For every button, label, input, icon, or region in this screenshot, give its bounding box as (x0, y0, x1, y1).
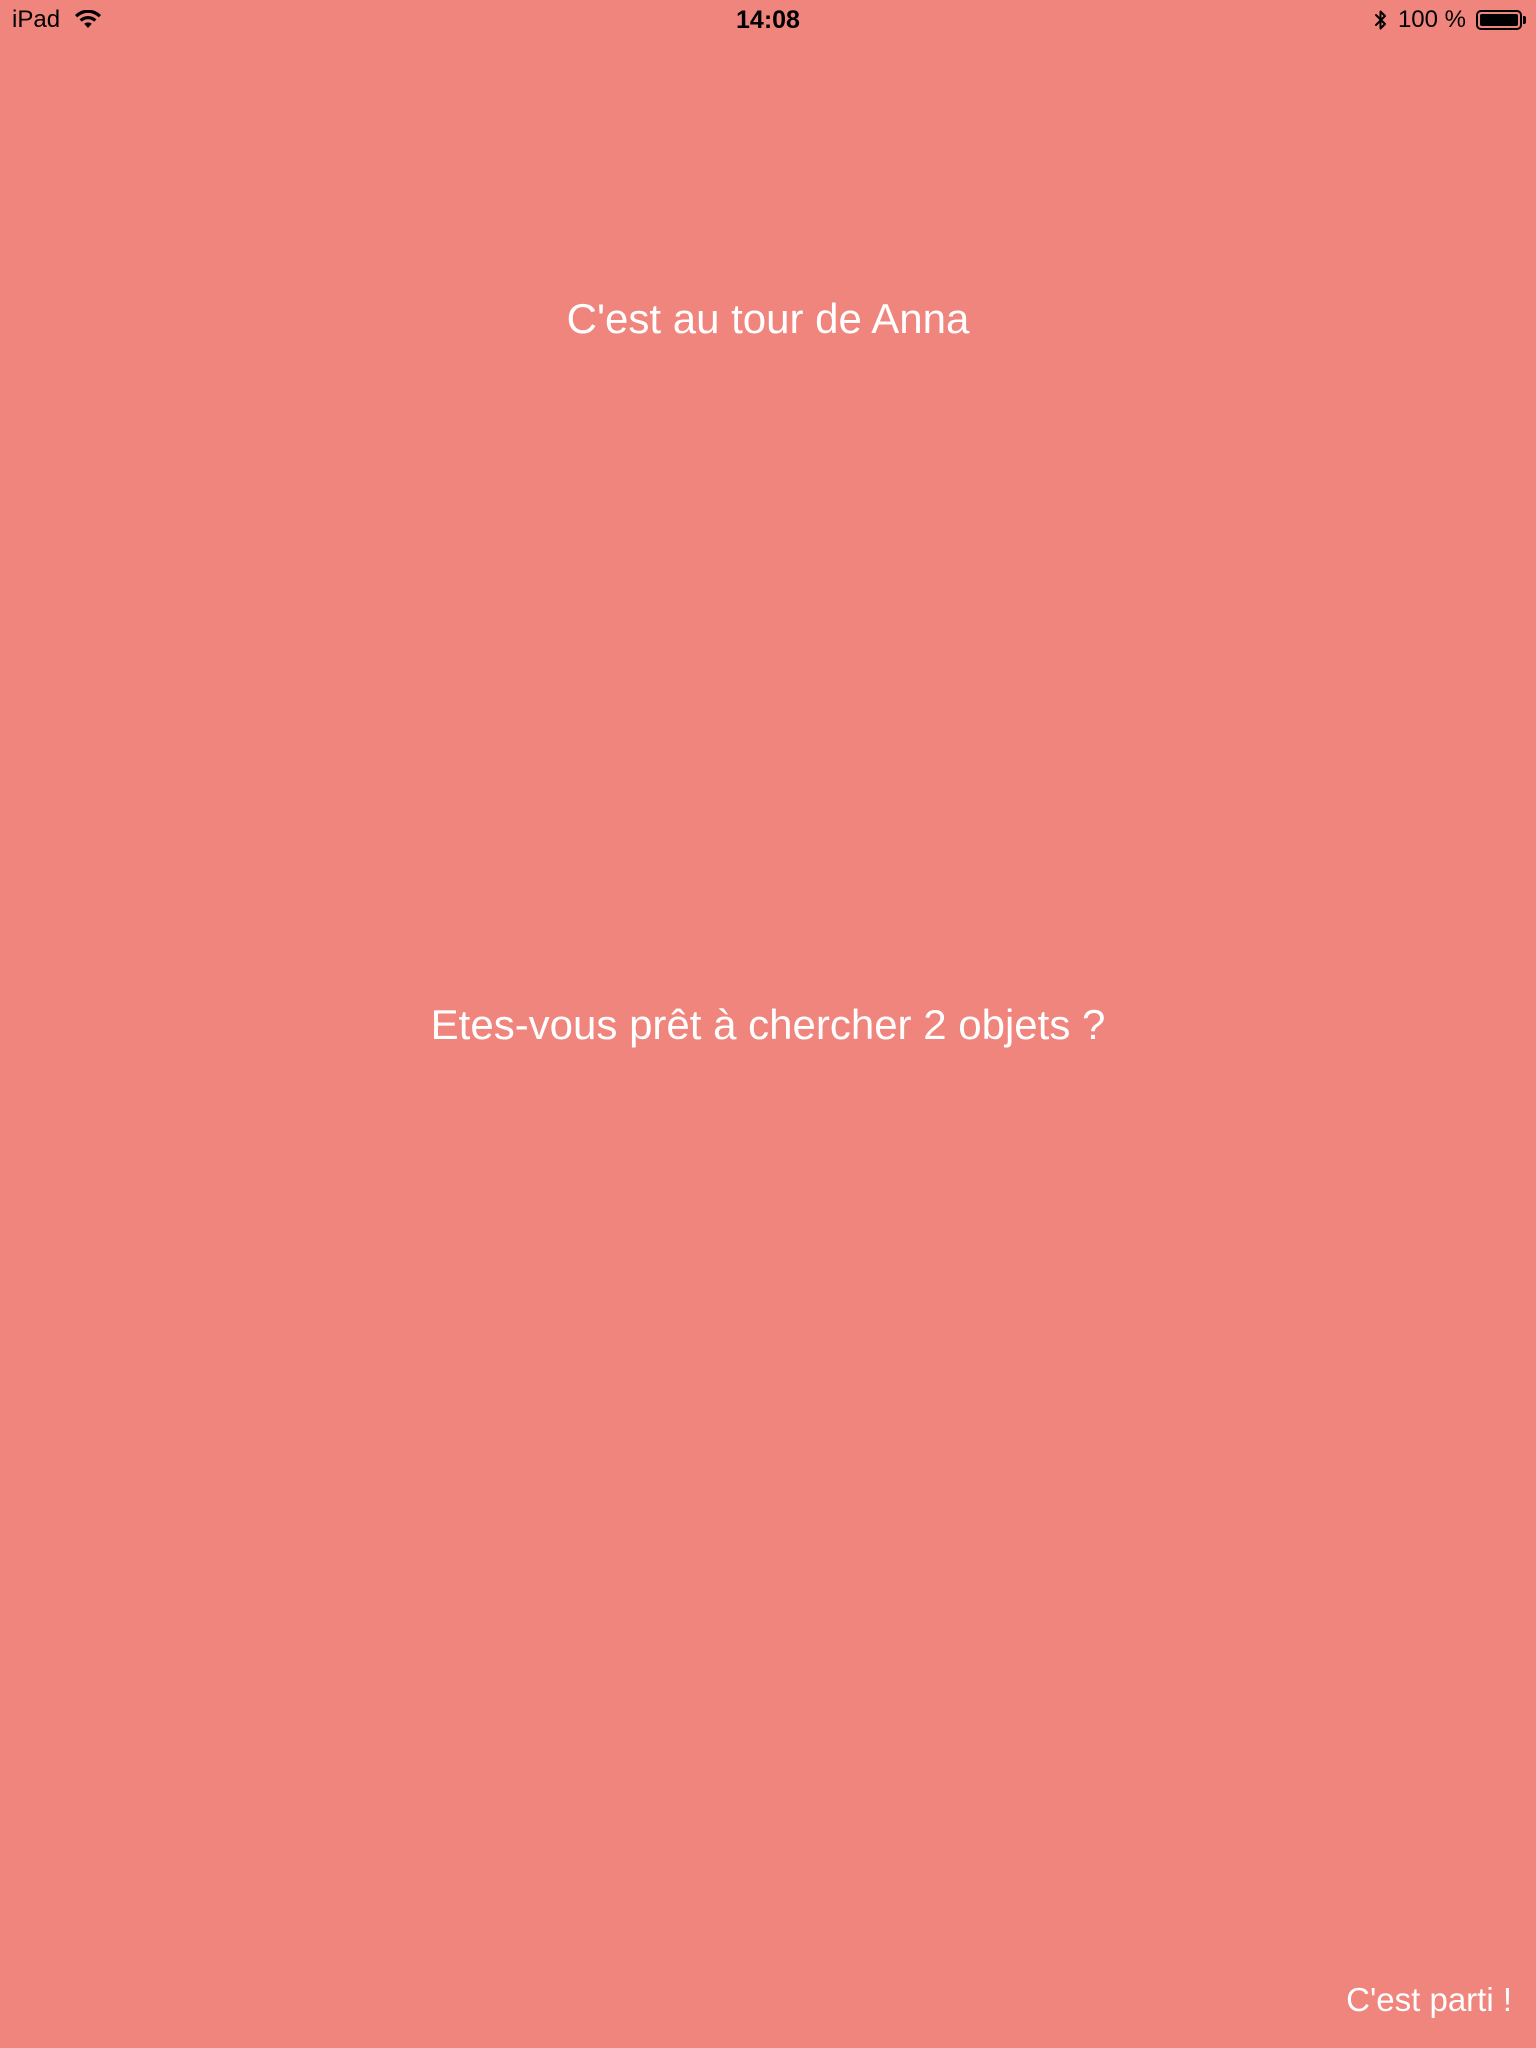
wifi-icon (74, 10, 102, 30)
battery-cap (1523, 16, 1526, 24)
app-screen: iPad 14:08 100 % C'est au tour de Anna E… (0, 0, 1536, 2048)
status-bar-center: 14:08 (0, 6, 1536, 35)
ready-prompt: Etes-vous prêt à chercher 2 objets ? (430, 1001, 1106, 1048)
turn-title: C'est au tour de Anna (566, 295, 970, 342)
battery-percentage: 100 % (1397, 6, 1466, 33)
status-bar: iPad 14:08 100 % (0, 0, 1536, 40)
status-time: 14:08 (736, 6, 800, 34)
bluetooth-icon (1374, 9, 1388, 31)
battery-body (1476, 10, 1522, 30)
start-button[interactable]: C'est parti ! (1346, 1978, 1512, 2022)
status-bar-right: 100 % (1374, 6, 1526, 34)
device-name: iPad (12, 6, 61, 33)
battery-icon (1476, 10, 1526, 30)
status-bar-left: iPad (12, 6, 102, 34)
battery-fill (1480, 14, 1518, 26)
